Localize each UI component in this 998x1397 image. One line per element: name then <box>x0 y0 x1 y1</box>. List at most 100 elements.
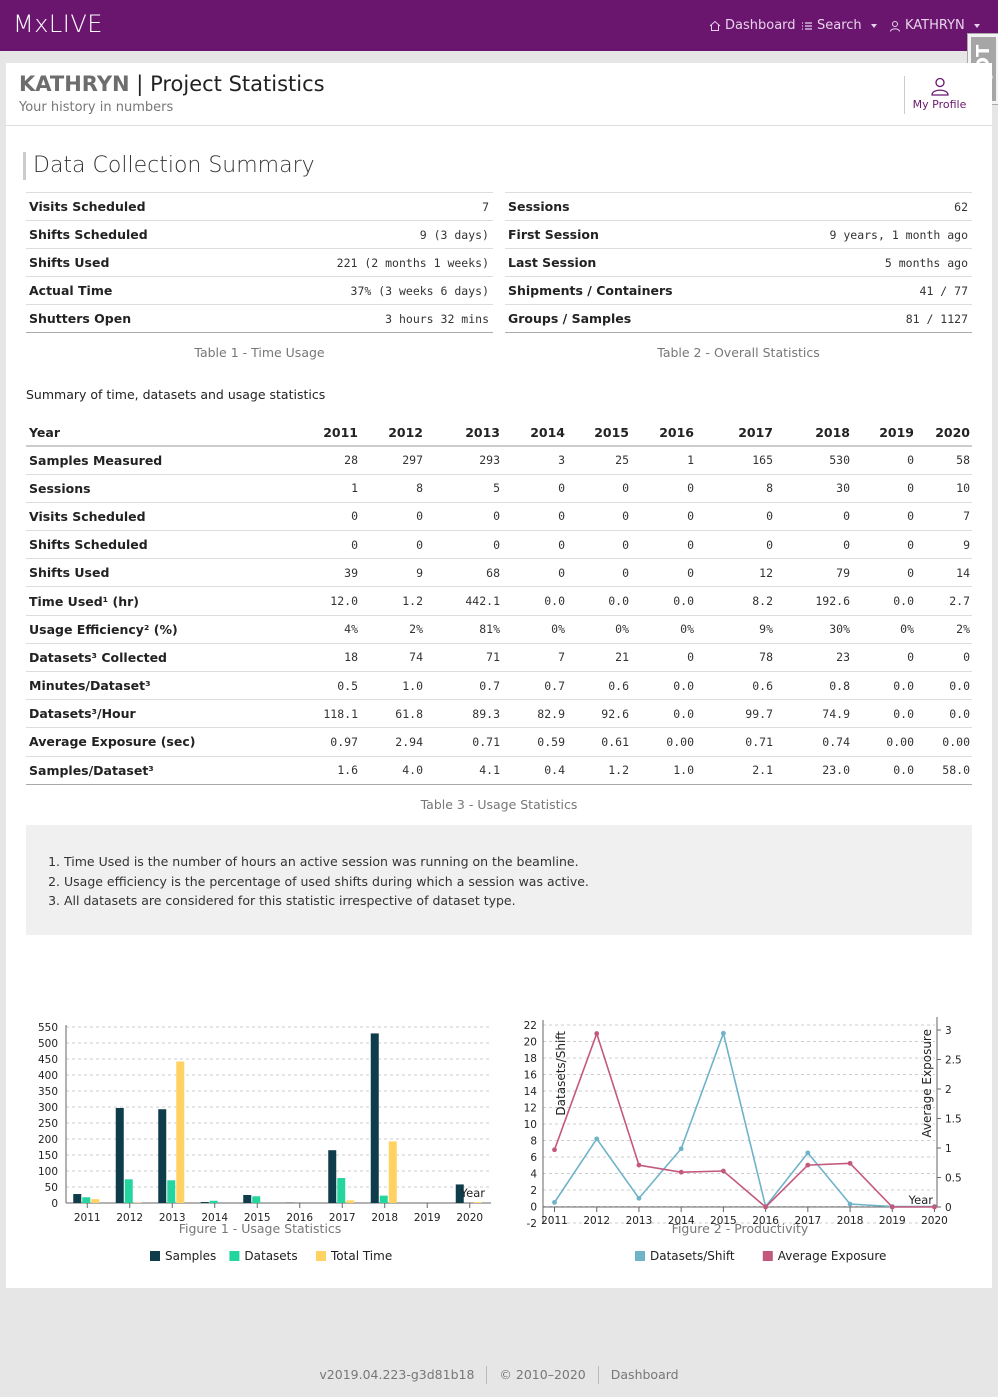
bar-samples <box>73 1194 82 1203</box>
table-row: Shipments / Containers 41 / 77 <box>505 276 972 305</box>
chevron-down-icon <box>973 23 980 28</box>
table-cell: 0.97 <box>296 727 360 757</box>
data-point-datasets-shift <box>594 1136 600 1142</box>
table-cell: 530 <box>775 445 852 475</box>
table-cell: 0.7 <box>425 670 502 700</box>
legend-label: Datasets <box>244 1249 297 1263</box>
my-profile-label: My Profile <box>912 98 967 111</box>
table-row: Last Session 5 months ago <box>505 248 972 277</box>
table-cell: 28 <box>296 445 360 475</box>
legend-swatch <box>316 1251 326 1261</box>
table-cell: 0.00 <box>852 727 916 757</box>
usage-statistics-chart-caption: Figure 1 - Usage Statistics <box>178 1221 342 1236</box>
row-label: Sessions <box>26 473 296 503</box>
my-profile-button[interactable]: My Profile <box>904 76 974 114</box>
table-cell: 68 <box>425 558 502 587</box>
table-cell: 1 <box>296 473 360 503</box>
y-left-tick-label: 10 <box>524 1119 537 1131</box>
table-cell: 0.5 <box>296 670 360 700</box>
y-tick-label: 150 <box>38 1150 58 1162</box>
table-cell: 0.71 <box>696 727 775 757</box>
bar-total-time <box>176 1061 185 1203</box>
time-usage-caption: Table 1 - Time Usage <box>194 345 325 360</box>
home-icon <box>709 20 721 31</box>
table-cell: 0 <box>852 642 916 672</box>
y-right-tick-label: 1.5 <box>945 1114 962 1126</box>
table-row: Sessions 62 <box>505 192 972 221</box>
data-point-average-exposure <box>678 1169 684 1175</box>
footer-dashboard-link[interactable]: Dashboard <box>599 1367 691 1382</box>
row-value: 9 (3 days) <box>230 220 493 249</box>
y-left-tick-label: 6 <box>530 1152 537 1164</box>
row-value: 62 <box>757 192 972 221</box>
table-cell: 0 <box>852 445 916 475</box>
table-cell: 0 <box>296 530 360 559</box>
legend-label: Total Time <box>330 1249 392 1263</box>
table-row: Shifts Scheduled 9 (3 days) <box>26 220 493 249</box>
y-tick-label: 250 <box>38 1118 58 1130</box>
row-label: Datasets³/Hour <box>26 699 296 728</box>
table-cell: 8 <box>360 473 425 503</box>
legend-swatch <box>762 1251 773 1261</box>
table-cell: 4% <box>296 614 360 644</box>
column-header-year: 2017 <box>696 419 775 447</box>
table-cell: 8.2 <box>696 586 775 616</box>
table-cell: 0 <box>567 530 631 559</box>
table-cell: 0.0 <box>631 586 696 616</box>
data-point-average-exposure <box>720 1168 726 1174</box>
page-subtitle: Your history in numbers <box>19 100 174 115</box>
table-cell: 1.2 <box>567 755 631 785</box>
table-cell: 12.0 <box>296 586 360 616</box>
table-cell: 0.71 <box>425 727 502 757</box>
table-cell: 0 <box>502 473 567 503</box>
table-cell: 0 <box>425 530 502 559</box>
y-tick-label: 500 <box>38 1038 58 1050</box>
table-cell: 23 <box>775 642 852 672</box>
footer-copyright: © 2010–2020 <box>499 1366 586 1382</box>
bar-datasets <box>167 1180 176 1203</box>
table-cell: 165 <box>696 445 775 475</box>
table-cell: 0% <box>631 614 696 644</box>
row-value: 81 / 1127 <box>757 304 972 333</box>
y-tick-label: 50 <box>45 1182 58 1194</box>
data-point-average-exposure <box>932 1204 937 1210</box>
table-cell: 2% <box>916 614 972 644</box>
table-cell: 58 <box>916 445 972 475</box>
brand-logo[interactable]: MxLIVE <box>13 10 103 38</box>
table-cell: 293 <box>425 445 502 475</box>
section-title: Data Collection Summary <box>23 152 315 180</box>
nav-dashboard-link[interactable]: Dashboard <box>709 18 796 33</box>
table-cell: 71 <box>425 642 502 672</box>
data-point-average-exposure <box>805 1162 811 1168</box>
table-cell: 0.0 <box>852 586 916 616</box>
data-point-average-exposure <box>889 1204 895 1210</box>
productivity-chart-caption: Figure 2 - Productivity <box>671 1221 809 1236</box>
table-row: Samples Measured 28 297 293 3 25 1 165 530 0 58 <box>26 445 972 475</box>
row-label: Minutes/Dataset³ <box>26 670 296 700</box>
table-cell: 14 <box>916 558 972 587</box>
bar-datasets <box>209 1200 218 1203</box>
data-point-datasets-shift <box>678 1146 684 1152</box>
table-cell: 0.74 <box>775 727 852 757</box>
data-point-average-exposure <box>763 1204 769 1210</box>
table-cell: 74 <box>360 642 425 672</box>
table-row: Average Exposure (sec) 0.97 2.94 0.71 0.59 0.… <box>26 727 972 757</box>
column-header-year: 2018 <box>775 419 852 447</box>
nav-user-dropdown[interactable]: KATHRYN <box>889 18 980 33</box>
table-cell: 5 <box>425 473 502 503</box>
nav-search-dropdown[interactable]: Search <box>801 18 877 33</box>
table-row: Samples/Dataset³ 1.6 4.0 4.1 0.4 1.2 1.0 2.1 23.… <box>26 755 972 785</box>
table-cell: 0.8 <box>775 670 852 700</box>
usage-statistics-table: Year 2011 2012 2013 2014 2015 2016 2017 2018 2019… <box>26 419 972 785</box>
user-icon <box>930 77 949 96</box>
table-cell: 0 <box>567 473 631 503</box>
footnotes-list: Time Used is the number of hours an acti… <box>64 852 589 911</box>
table-row: Visits Scheduled 7 <box>26 192 493 221</box>
column-header-year: 2013 <box>425 419 502 447</box>
table-cell: 30% <box>775 614 852 644</box>
row-label: Actual Time <box>26 276 231 305</box>
table-cell: 0 <box>696 501 775 531</box>
bar-samples <box>370 1033 379 1203</box>
column-header-label: Year <box>26 419 296 447</box>
table-row: Actual Time 37% (3 weeks 6 days) <box>26 276 493 305</box>
